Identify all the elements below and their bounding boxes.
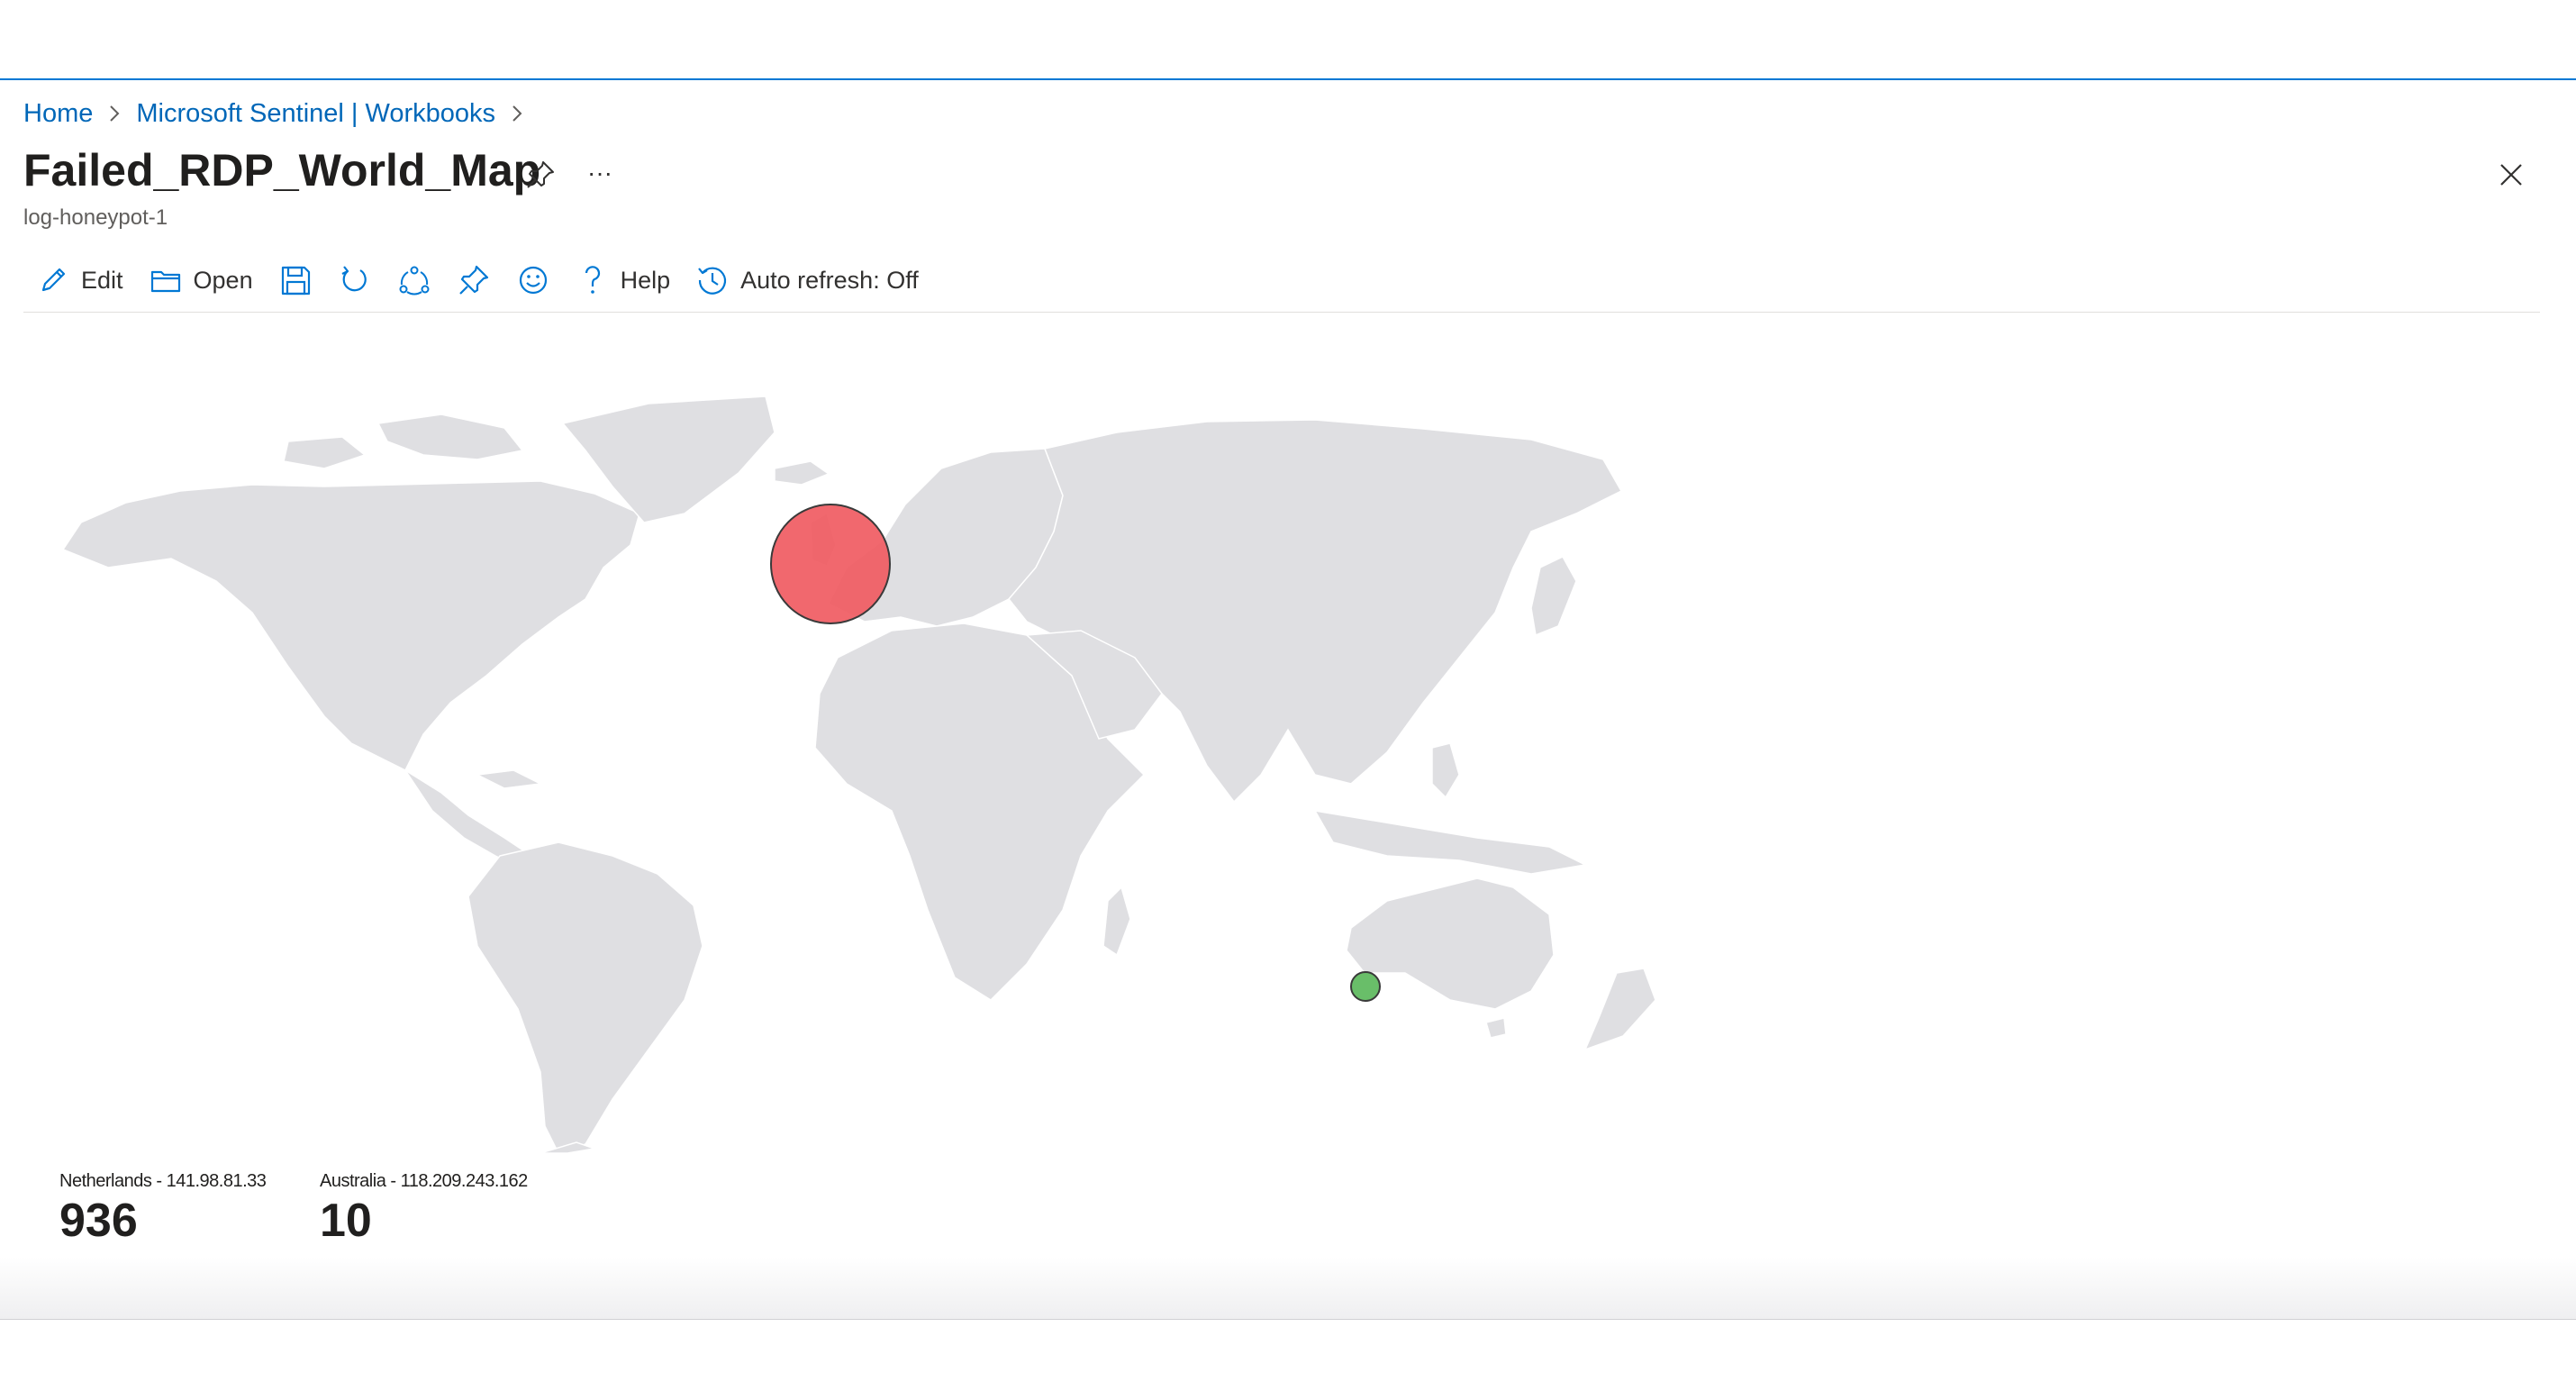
save-button[interactable] bbox=[266, 255, 325, 305]
auto-refresh-label: Auto refresh: Off bbox=[740, 266, 919, 294]
open-button-label: Open bbox=[193, 266, 253, 294]
toolbar-divider bbox=[23, 312, 2540, 313]
help-button[interactable]: Help bbox=[563, 255, 684, 305]
world-map[interactable] bbox=[54, 387, 1675, 1153]
metric-tile-label: Australia - 118.209.243.162 bbox=[320, 1171, 528, 1191]
metric-tile-value: 10 bbox=[320, 1195, 372, 1247]
folder-open-icon bbox=[150, 270, 180, 293]
more-icon[interactable]: ··· bbox=[582, 155, 618, 191]
land-north-america bbox=[61, 480, 640, 772]
land-caribbean bbox=[475, 769, 543, 789]
edit-button[interactable]: Edit bbox=[23, 255, 136, 305]
metric-tile-label: Netherlands - 141.98.81.33 bbox=[59, 1171, 267, 1191]
help-button-label: Help bbox=[620, 266, 671, 294]
map-land bbox=[61, 395, 1656, 1153]
map-bubble-netherlands[interactable] bbox=[770, 504, 891, 624]
toolbar: Edit Open Help Auto refresh: Off bbox=[23, 255, 931, 305]
breadcrumb-workbooks[interactable]: Microsoft Sentinel | Workbooks bbox=[136, 99, 495, 129]
refresh-icon bbox=[341, 266, 367, 292]
page-subtitle: log-honeypot-1 bbox=[23, 205, 168, 230]
land-arctic-islands bbox=[376, 414, 524, 460]
feedback-button[interactable] bbox=[503, 255, 563, 305]
chevron-right-icon bbox=[102, 95, 127, 132]
breadcrumb: Home Microsoft Sentinel | Workbooks bbox=[23, 95, 539, 132]
land-new-zealand bbox=[1583, 968, 1656, 1051]
land-iceland bbox=[774, 460, 830, 486]
help-icon bbox=[585, 266, 600, 294]
metric-tile-value: 936 bbox=[59, 1195, 138, 1247]
land-indonesia bbox=[1313, 810, 1588, 875]
land-arctic-islands-2 bbox=[283, 436, 367, 469]
refresh-button[interactable] bbox=[325, 255, 385, 305]
auto-refresh-button[interactable]: Auto refresh: Off bbox=[683, 255, 931, 305]
share-button[interactable] bbox=[385, 255, 444, 305]
history-icon bbox=[698, 267, 727, 295]
feedback-icon bbox=[519, 266, 547, 295]
pin-icon bbox=[458, 265, 488, 295]
land-japan bbox=[1530, 556, 1577, 637]
pin-icon[interactable] bbox=[522, 157, 558, 193]
metric-tile-australia[interactable]: Australia - 118.209.243.162 10 bbox=[320, 1171, 528, 1248]
bottom-edge bbox=[0, 1319, 2576, 1320]
top-accent-line bbox=[0, 78, 2576, 80]
edit-icon bbox=[41, 268, 66, 292]
share-icon bbox=[399, 266, 430, 295]
chevron-right-icon bbox=[504, 95, 530, 132]
land-philippines bbox=[1431, 742, 1460, 799]
breadcrumb-home[interactable]: Home bbox=[23, 99, 93, 129]
close-icon[interactable] bbox=[2493, 157, 2529, 193]
land-madagascar bbox=[1102, 886, 1131, 957]
save-icon bbox=[281, 266, 310, 295]
land-south-america bbox=[467, 841, 703, 1153]
page-title: Failed_RDP_World_Map bbox=[23, 145, 541, 195]
pin-button[interactable] bbox=[444, 255, 503, 305]
bottom-shade bbox=[0, 1257, 2576, 1320]
map-bubble-australia[interactable] bbox=[1350, 971, 1381, 1002]
open-button[interactable]: Open bbox=[136, 255, 266, 305]
edit-button-label: Edit bbox=[81, 266, 123, 294]
metric-tile-netherlands[interactable]: Netherlands - 141.98.81.33 936 bbox=[59, 1171, 267, 1248]
land-tasmania bbox=[1485, 1017, 1507, 1039]
